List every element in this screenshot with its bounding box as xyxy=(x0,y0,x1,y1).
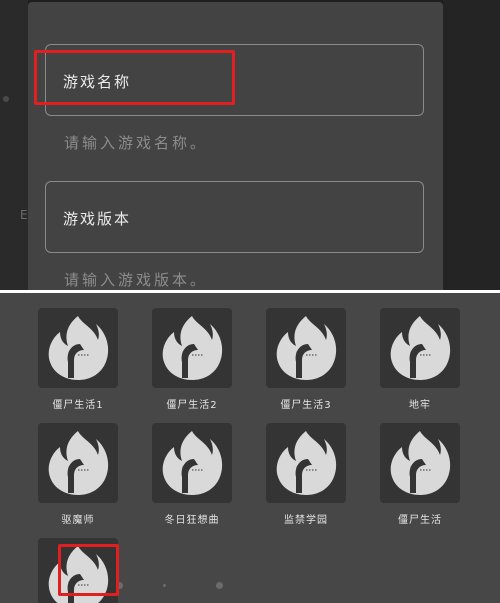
game-name-field[interactable]: 游戏名称 xyxy=(45,44,424,116)
flame-icon xyxy=(276,316,337,380)
flame-app-icon[interactable] xyxy=(380,308,460,388)
game-name-placeholder: 请输入游戏名称。 xyxy=(64,134,209,152)
flame-app-icon[interactable] xyxy=(38,538,118,603)
app-name-label: 僵尸生活 xyxy=(398,515,442,526)
page-indicator-dot xyxy=(216,582,223,589)
flame-app-icon[interactable] xyxy=(380,423,460,503)
app-name-label: 监禁学园 xyxy=(284,515,328,526)
flame-icon xyxy=(162,316,223,380)
flame-app-icon[interactable] xyxy=(38,308,118,388)
game-version-field[interactable]: 游戏版本 xyxy=(45,181,424,253)
app-name-label: 驱魔师 xyxy=(61,515,95,526)
flame-icon xyxy=(390,316,451,380)
background-dot xyxy=(3,96,9,102)
background-right-strip xyxy=(443,0,500,290)
game-version-label: 游戏版本 xyxy=(63,210,132,228)
flame-icon xyxy=(48,316,109,380)
flame-app-icon[interactable] xyxy=(38,423,118,503)
app-name-label: 僵尸生活3 xyxy=(280,400,332,411)
game-name-label: 游戏名称 xyxy=(63,73,132,91)
flame-icon xyxy=(162,431,223,495)
app-item[interactable]: 僵尸生活3 xyxy=(266,308,346,411)
game-version-placeholder: 请输入游戏版本。 xyxy=(64,271,209,289)
flame-icon xyxy=(48,546,109,603)
app-item[interactable]: 冬日狂想曲 xyxy=(152,423,232,526)
background-left-strip: E xyxy=(0,0,28,290)
app-item[interactable]: 僵尸生活2 xyxy=(152,308,232,411)
flame-icon xyxy=(276,431,337,495)
app-name-label: 冬日狂想曲 xyxy=(164,515,220,526)
flame-app-icon[interactable] xyxy=(266,308,346,388)
flame-icon xyxy=(390,431,451,495)
app-grid-screen: 僵尸生活1 僵尸生活2 僵尸生活3 地牢驱魔师 冬日狂想曲 监禁学园 僵尸生活 xyxy=(0,293,500,603)
app-item[interactable]: 僵尸生活1 xyxy=(38,308,118,411)
game-info-screen: E 游戏名称 请输入游戏名称。 游戏版本 请输入游戏版本。 xyxy=(0,0,500,290)
flame-app-icon[interactable] xyxy=(266,423,346,503)
flame-app-icon[interactable] xyxy=(152,423,232,503)
app-name-label: 僵尸生活2 xyxy=(166,400,218,411)
app-item[interactable] xyxy=(38,538,118,603)
app-name-label: 地牢 xyxy=(409,400,431,411)
app-item[interactable]: 驱魔师 xyxy=(38,423,118,526)
game-info-dialog: 游戏名称 请输入游戏名称。 游戏版本 请输入游戏版本。 xyxy=(28,2,443,290)
page-indicator-dot xyxy=(116,582,123,589)
flame-icon xyxy=(48,431,109,495)
app-item[interactable]: 僵尸生活 xyxy=(380,423,460,526)
flame-app-icon[interactable] xyxy=(152,308,232,388)
app-name-label: 僵尸生活1 xyxy=(52,400,104,411)
page-indicator-dot xyxy=(163,584,166,587)
background-left-char: E xyxy=(20,208,28,222)
app-item[interactable]: 地牢 xyxy=(380,308,460,411)
app-item[interactable]: 监禁学园 xyxy=(266,423,346,526)
